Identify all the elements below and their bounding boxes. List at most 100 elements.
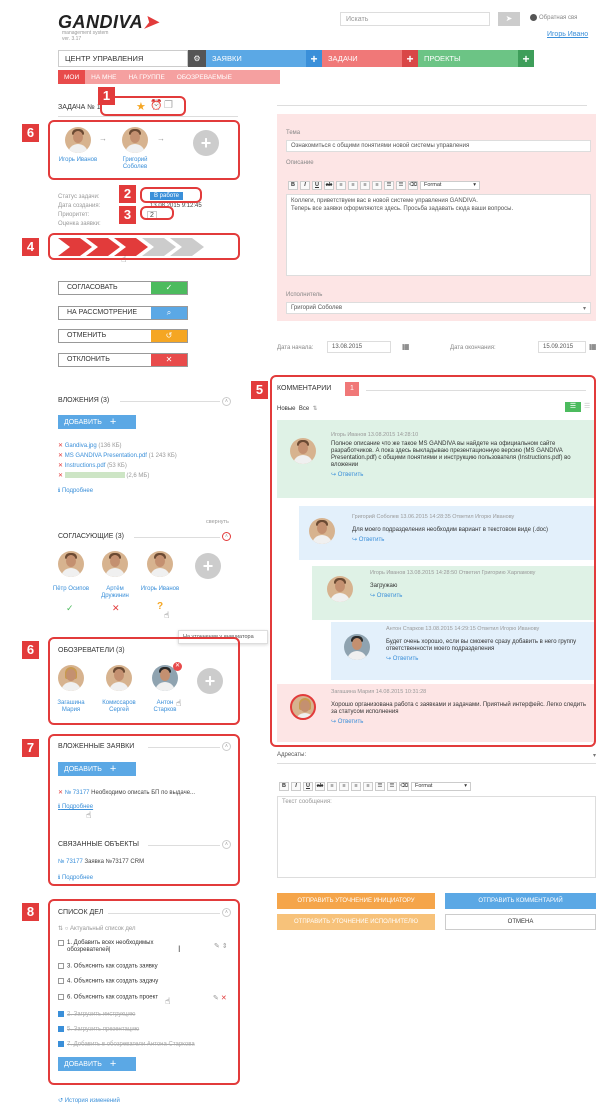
info-icon: ℹ <box>58 488 61 494</box>
add-project-button[interactable]: + <box>518 50 534 67</box>
callout-badge: 4 <box>22 238 39 256</box>
callout-frame <box>140 187 202 203</box>
description-editor[interactable]: Коллеги, приветствуем вас в новой систем… <box>286 194 591 276</box>
attachment-item[interactable]: ✕ MS GANDIVA Presentation.pdf (1 243 КБ) <box>58 452 177 459</box>
cancel-reply-button[interactable]: ОТМЕНА <box>445 914 596 930</box>
history-link[interactable]: ↺ История изменений <box>58 1097 120 1104</box>
attachments-title: ВЛОЖЕНИЯ (3) <box>58 397 110 404</box>
underline-icon[interactable]: U <box>312 181 322 190</box>
add-attachment-button[interactable]: ДОБАВИТЬ + <box>58 415 136 429</box>
send-comment-button[interactable]: ОТПРАВИТЬ КОММЕНТАРИЙ <box>445 893 596 909</box>
align-left-icon[interactable]: ≡ <box>327 782 337 791</box>
subtab-mine[interactable]: МОИ <box>58 70 86 84</box>
strike-icon[interactable]: ab <box>324 181 334 190</box>
attachment-item[interactable]: ✕ Instructions.pdf (53 КБ) <box>58 462 127 469</box>
strike-icon[interactable]: ab <box>315 782 325 791</box>
question-icon[interactable]: ? <box>157 601 163 612</box>
review-button[interactable]: НА РАССМОТРЕНИЕ ⌕ <box>58 306 188 320</box>
justify-icon[interactable]: ≡ <box>372 181 382 190</box>
format-select[interactable]: Format ▾ <box>411 782 471 791</box>
clear-format-icon[interactable]: ⌫ <box>399 782 409 791</box>
align-left-icon[interactable]: ≡ <box>336 181 346 190</box>
start-date-input[interactable]: 13.08.2015 <box>327 341 391 353</box>
tab-control-center[interactable]: ЦЕНТР УПРАВЛЕНИЯ <box>58 50 188 67</box>
add-request-button[interactable]: + <box>306 50 322 67</box>
start-date-label: Дата начала: <box>277 345 314 351</box>
theme-input[interactable]: Ознакомиться с общими понятиями новой си… <box>286 140 591 152</box>
undo-icon: ↺ <box>151 330 187 342</box>
cancel-button[interactable]: ОТМЕНИТЬ ↺ <box>58 329 188 343</box>
list-icon[interactable]: ☰ <box>375 782 385 791</box>
align-center-icon[interactable]: ≡ <box>339 782 349 791</box>
format-select[interactable]: Format ▾ <box>420 181 480 190</box>
bold-icon[interactable]: B <box>279 782 289 791</box>
reply-toolbar: B I U ab ≡ ≡ ≡ ≡ ☰ ☰ ⌫ Format ▾ <box>279 782 471 791</box>
callout-frame <box>140 206 174 220</box>
collapse-link[interactable]: свернуть <box>206 519 229 525</box>
approver-name[interactable]: Пётр Осипов <box>51 586 91 593</box>
created-label: Дата создания: <box>58 203 101 209</box>
align-center-icon[interactable]: ≡ <box>348 181 358 190</box>
settings-icon[interactable]: ⚙ <box>188 50 206 67</box>
assignee-select[interactable]: Григорий Соболев ▾ <box>286 302 591 314</box>
callout-frame <box>270 375 596 747</box>
user-link[interactable]: Игорь Ивано <box>547 31 588 38</box>
align-right-icon[interactable]: ≡ <box>360 181 370 190</box>
check-icon: ✓ <box>151 282 187 294</box>
subtab-observed[interactable]: ОБОЗРЕВАЕМЫЕ <box>171 70 238 84</box>
task-title: ЗАДАЧА № 1 <box>58 104 101 111</box>
subtab-on-me[interactable]: НА МНЕ <box>85 70 122 84</box>
attachment-item[interactable]: ✕ Gandiva.jpg (136 КБ) <box>58 442 122 449</box>
collapse-icon[interactable]: ∧ <box>222 397 231 406</box>
clarify-executor-button[interactable]: ОТПРАВИТЬ УТОЧНЕНИЕ ИСПОЛНИТЕЛЮ <box>277 914 435 930</box>
end-date-input[interactable]: 15.09.2015 <box>538 341 586 353</box>
align-right-icon[interactable]: ≡ <box>351 782 361 791</box>
divider <box>134 537 220 538</box>
approvers-title: СОГЛАСУЮЩИЕ (3) <box>58 533 124 540</box>
arrow-right-icon: ➤ <box>505 14 513 23</box>
numbered-list-icon[interactable]: ☰ <box>387 782 397 791</box>
callout-frame <box>48 734 240 886</box>
search-input[interactable]: Искать <box>340 12 490 26</box>
editor-toolbar: B I U ab ≡ ≡ ≡ ≡ ☰ ☰ ⌫ Format ▾ <box>288 181 480 190</box>
underline-icon[interactable]: U <box>303 782 313 791</box>
search-button[interactable]: ➤ <box>498 12 520 26</box>
add-approver-button[interactable]: + <box>195 553 221 579</box>
reject-button[interactable]: ОТКЛОНИТЬ ✕ <box>58 353 188 367</box>
italic-icon[interactable]: I <box>300 181 310 190</box>
recipients-select[interactable]: Адресаты: ▾ <box>277 752 596 764</box>
status-label: Статус задачи: <box>58 194 100 200</box>
collapse-icon[interactable]: ∧ <box>222 532 231 541</box>
message-editor[interactable]: Текст сообщения: <box>277 796 596 878</box>
avatar[interactable] <box>147 551 173 577</box>
callout-frame <box>48 120 240 180</box>
approver-name[interactable]: Игорь Иванов <box>140 586 180 593</box>
add-task-button[interactable]: + <box>402 50 418 67</box>
tab-projects[interactable]: ПРОЕКТЫ <box>418 50 518 67</box>
clear-format-icon[interactable]: ⌫ <box>408 181 418 190</box>
close-icon: ✕ <box>151 354 187 366</box>
callout-badge: 2 <box>119 185 136 203</box>
approver-name[interactable]: Артём Дружинин <box>95 586 135 600</box>
avatar[interactable] <box>58 551 84 577</box>
justify-icon[interactable]: ≡ <box>363 782 373 791</box>
tab-requests[interactable]: ЗАЯВКИ <box>206 50 306 67</box>
end-date-label: Дата окончания: <box>450 345 496 351</box>
subtab-on-group[interactable]: НА ГРУППЕ <box>122 70 170 84</box>
italic-icon[interactable]: I <box>291 782 301 791</box>
feedback-link[interactable]: Обратная свя <box>530 14 577 21</box>
main-nav: ЦЕНТР УПРАВЛЕНИЯ ⚙ ЗАЯВКИ + ЗАДАЧИ + ПРО… <box>58 50 596 67</box>
divider <box>58 116 238 117</box>
calendar-icon[interactable]: ▦ <box>589 342 596 351</box>
assignee-label: Исполнитель <box>286 292 323 298</box>
list-icon[interactable]: ☰ <box>384 181 394 190</box>
bold-icon[interactable]: B <box>288 181 298 190</box>
tab-tasks[interactable]: ЗАДАЧИ <box>322 50 402 67</box>
calendar-icon[interactable]: ▦ <box>402 342 410 351</box>
callout-badge: 1 <box>98 87 115 105</box>
attachments-more-link[interactable]: ℹ Подробнее <box>58 487 93 494</box>
numbered-list-icon[interactable]: ☰ <box>396 181 406 190</box>
avatar[interactable] <box>102 551 128 577</box>
approve-button[interactable]: СОГЛАСОВАТЬ ✓ <box>58 281 188 295</box>
clarify-initiator-button[interactable]: ОТПРАВИТЬ УТОЧНЕНИЕ ИНИЦИАТОРУ <box>277 893 435 909</box>
